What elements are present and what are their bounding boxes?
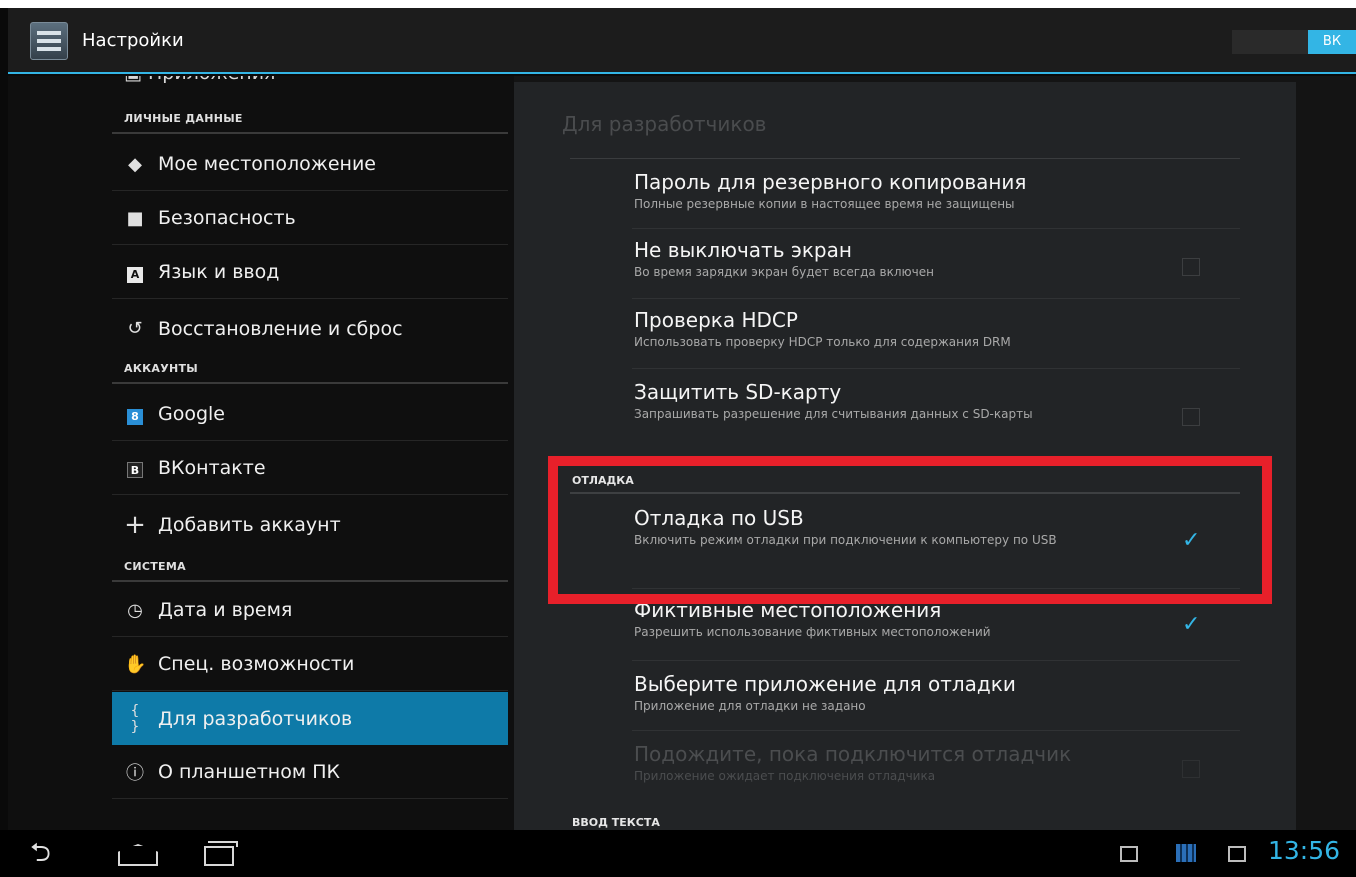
divider <box>632 368 1240 369</box>
divider <box>570 492 1240 494</box>
sidebar-item-label: Спец. возможности <box>158 653 355 675</box>
pref-hdcp-check[interactable]: Проверка HDCP Использовать проверку HDCP… <box>634 308 1174 350</box>
sidebar-item-security[interactable]: ■ Безопасность <box>112 192 508 245</box>
sidebar-item-label: Дата и время <box>158 599 293 621</box>
settings-app-icon[interactable] <box>30 22 68 60</box>
recent-apps-icon[interactable] <box>204 841 238 866</box>
mail-notification-icon[interactable] <box>1228 846 1246 862</box>
location-icon: ◆ <box>128 153 142 175</box>
google-icon: 8 <box>124 404 146 425</box>
braces-icon: { } <box>130 702 140 735</box>
divider <box>632 228 1240 229</box>
sidebar-item-accessibility[interactable]: ✋ Спец. возможности <box>112 638 508 691</box>
divider <box>112 382 508 384</box>
pref-title: Пароль для резервного копирования <box>634 170 1027 194</box>
sidebar-item-label: Язык и ввод <box>158 261 280 283</box>
sidebar-item-label: Восстановление и сброс <box>158 317 403 340</box>
pref-wait-for-debugger: Подождите, пока подключится отладчик При… <box>634 742 1174 784</box>
sidebar-item-label: Для разработчиков <box>158 707 353 730</box>
switch-on-label: ВК <box>1308 30 1356 54</box>
wait-debugger-checkbox <box>1182 760 1200 778</box>
section-header-system: СИСТЕМА <box>124 560 186 573</box>
pref-summary: Приложение ожидает подключения отладчика <box>634 769 936 783</box>
pref-summary: Приложение для отладки не задано <box>634 699 866 713</box>
developer-options-panel: Для разработчиков Пароль для резервного … <box>514 82 1296 830</box>
lock-icon: ■ <box>126 207 144 229</box>
hand-icon: ✋ <box>124 653 147 675</box>
mock-locations-checkbox[interactable]: ✓ <box>1182 614 1200 636</box>
usb-debugging-checkbox[interactable]: ✓ <box>1182 530 1200 552</box>
sidebar-item-backup[interactable]: ↺ Восстановление и сброс <box>112 302 508 355</box>
top-frame <box>0 0 1356 8</box>
pref-title: Проверка HDCP <box>634 308 798 332</box>
settings-sidebar: ▣ Приложения ЛИЧНЫЕ ДАННЫЕ ◆ Мое местопо… <box>8 76 514 830</box>
sidebar-item-label: ВКонтакте <box>158 457 266 479</box>
pref-title: Не выключать экран <box>634 238 852 262</box>
sidebar-item-label: Мое местоположение <box>158 153 376 175</box>
keyboard-icon: A <box>124 262 146 283</box>
sidebar-item-add-account[interactable]: + Добавить аккаунт <box>112 498 508 551</box>
pref-usb-debugging[interactable]: Отладка по USB Включить режим отладки пр… <box>634 506 1164 548</box>
sidebar-item-label: О планшетном ПК <box>158 761 340 783</box>
wifi-toggle-switch[interactable]: ВК <box>1232 30 1356 54</box>
pref-mock-locations[interactable]: Фиктивные местоположения Разрешить испол… <box>634 598 1174 640</box>
pref-summary: Во время зарядки экран будет всегда вклю… <box>634 265 934 279</box>
section-header-personal: ЛИЧНЫЕ ДАННЫЕ <box>124 112 243 125</box>
vk-icon: B <box>124 458 146 479</box>
stay-awake-checkbox[interactable] <box>1182 258 1200 276</box>
gallery-notification-icon[interactable] <box>1120 846 1138 862</box>
protect-sd-checkbox[interactable] <box>1182 408 1200 426</box>
pref-summary: Использовать проверку HDCP только для со… <box>634 335 1011 349</box>
clock-time[interactable]: 13:56 <box>1268 836 1340 865</box>
app-title: Настройки <box>82 30 184 51</box>
pref-stay-awake[interactable]: Не выключать экран Во время зарядки экра… <box>634 238 1174 280</box>
pref-title: Фиктивные местоположения <box>634 598 942 622</box>
sidebar-item-label: Приложения <box>148 76 275 84</box>
sidebar-item-label: Добавить аккаунт <box>158 513 341 536</box>
system-bar: ⮌ 13:56 <box>0 830 1356 877</box>
clock-icon: ◷ <box>127 599 143 621</box>
sidebar-item-language[interactable]: A Язык и ввод <box>112 246 508 299</box>
pref-title: Отладка по USB <box>634 506 804 530</box>
pref-protect-sd[interactable]: Защитить SD-карту Запрашивать разрешение… <box>634 380 1154 422</box>
sidebar-item-vkontakte[interactable]: B ВКонтакте <box>112 442 508 495</box>
divider <box>112 132 508 134</box>
info-icon: ⓘ <box>126 763 144 784</box>
restore-icon: ↺ <box>127 318 143 339</box>
divider <box>570 158 1240 159</box>
pref-title: Выберите приложение для отладки <box>634 672 1016 696</box>
plus-icon: + <box>124 509 146 540</box>
pref-backup-password[interactable]: Пароль для резервного копирования Полные… <box>634 170 1174 212</box>
section-header-accounts: АККАУНТЫ <box>124 362 198 375</box>
pref-summary: Включить режим отладки при подключении к… <box>634 533 1057 547</box>
sidebar-item-location[interactable]: ◆ Мое местоположение <box>112 138 508 191</box>
pref-summary: Запрашивать разрешение для считывания да… <box>634 407 1033 421</box>
action-bar: Настройки ВК <box>8 8 1356 74</box>
back-icon[interactable]: ⮌ <box>30 840 51 866</box>
sidebar-item-about[interactable]: ⓘ О планшетном ПК <box>112 746 508 799</box>
divider <box>632 588 1240 589</box>
divider <box>632 730 1240 731</box>
home-icon[interactable] <box>118 844 158 866</box>
sidebar-item-date-time[interactable]: ◷ Дата и время <box>112 584 508 637</box>
divider <box>112 580 508 582</box>
divider <box>632 298 1240 299</box>
section-header-text-input: ВВОД ТЕКСТА <box>572 816 660 829</box>
sidebar-item-label: Безопасность <box>158 207 296 229</box>
detail-pane: Для разработчиков Пароль для резервного … <box>514 76 1356 830</box>
pref-title: Подождите, пока подключится отладчик <box>634 742 1072 766</box>
panel-title: Для разработчиков <box>562 112 767 136</box>
sidebar-item-apps[interactable]: ▣ Приложения <box>124 76 275 84</box>
app-notification-icon[interactable] <box>1176 844 1196 862</box>
section-header-debug: ОТЛАДКА <box>572 474 634 487</box>
pref-select-debug-app[interactable]: Выберите приложение для отладки Приложен… <box>634 672 1174 714</box>
sidebar-item-label: Google <box>158 403 226 425</box>
sidebar-item-google[interactable]: 8 Google <box>112 388 508 441</box>
pref-title: Защитить SD-карту <box>634 380 842 404</box>
sidebar-item-developer-options[interactable]: { } Для разработчиков <box>112 692 508 745</box>
pref-summary: Разрешить использование фиктивных местоп… <box>634 625 991 639</box>
divider <box>632 660 1240 661</box>
apps-icon: ▣ <box>124 76 142 84</box>
pref-summary: Полные резервные копии в настоящее время… <box>634 197 1015 211</box>
